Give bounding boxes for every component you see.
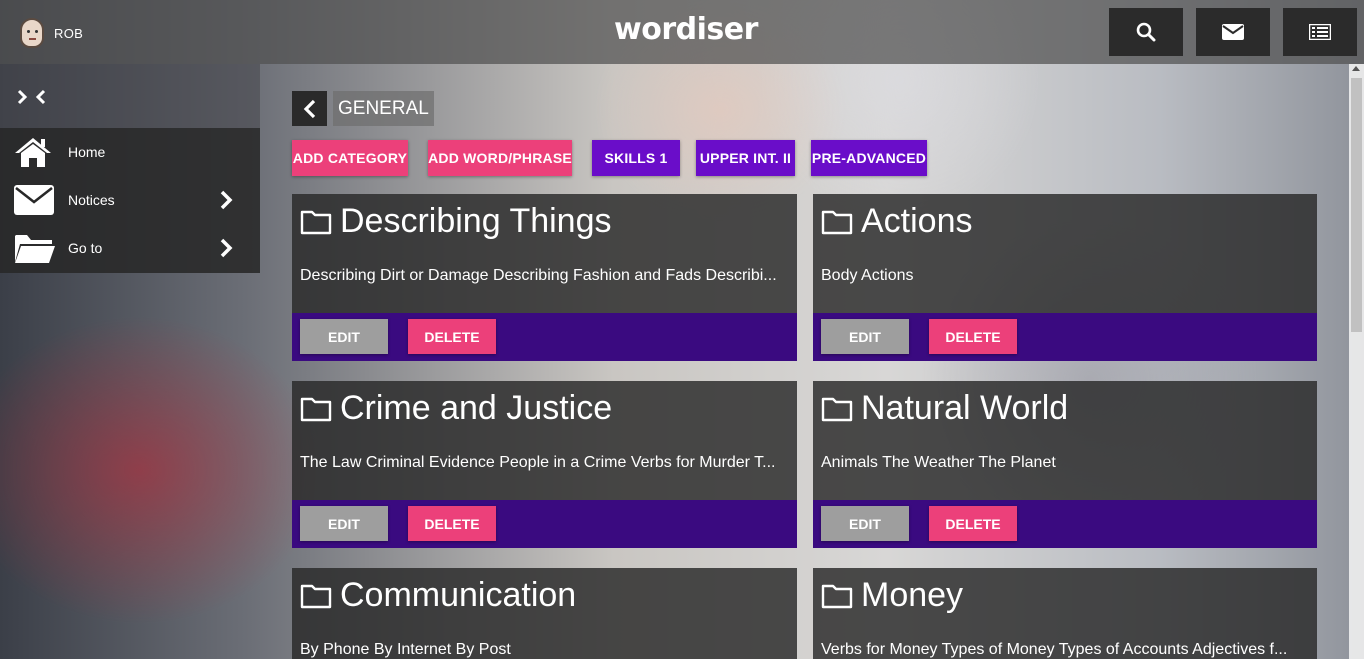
sidebar-item-home[interactable]: Home [0, 128, 260, 176]
card-title[interactable]: Money [821, 576, 963, 615]
chevron-right-icon [220, 190, 233, 210]
category-card-crime-and-justice[interactable]: Crime and Justice The Law Criminal Evide… [292, 381, 797, 548]
category-card-actions[interactable]: Actions Body Actions EDIT DELETE [813, 194, 1317, 361]
folder-icon [821, 584, 853, 609]
user-name[interactable]: ROB [54, 26, 83, 41]
avatar[interactable] [20, 18, 44, 48]
add-category-button[interactable]: ADD CATEGORY [292, 140, 408, 176]
folder-icon [300, 397, 332, 422]
card-title-text: Communication [340, 576, 577, 614]
card-subcategories[interactable]: Describing Dirt or Damage Describing Fas… [300, 267, 789, 285]
search-icon [1136, 22, 1156, 42]
category-card-natural-world[interactable]: Natural World Animals The Weather The Pl… [813, 381, 1317, 548]
delete-button[interactable]: DELETE [408, 319, 496, 354]
page-title: GENERAL [333, 91, 434, 126]
add-word-phrase-button[interactable]: ADD WORD/PHRASE [428, 140, 572, 176]
card-title-text: Money [861, 576, 964, 614]
edit-button[interactable]: EDIT [300, 506, 388, 541]
menu-list-button[interactable] [1283, 8, 1357, 56]
folder-icon [300, 210, 332, 235]
card-title-text: Describing Things [340, 202, 612, 240]
category-card-communication[interactable]: Communication By Phone By Internet By Po… [292, 568, 797, 659]
scroll-up-arrow-icon[interactable] [1352, 66, 1360, 71]
category-card-money[interactable]: Money Verbs for Money Types of Money Typ… [813, 568, 1317, 659]
card-title[interactable]: Crime and Justice [300, 389, 612, 428]
card-title-text: Actions [861, 202, 973, 240]
envelope-icon [14, 185, 54, 215]
card-title[interactable]: Actions [821, 202, 973, 241]
level-chip-pre-advanced[interactable]: PRE-ADVANCED [811, 140, 927, 176]
edit-button[interactable]: EDIT [821, 319, 909, 354]
collapse-arrows-icon [17, 89, 46, 105]
collapse-sidebar-button[interactable] [16, 86, 48, 113]
top-bar: ROB wordiser [0, 0, 1364, 64]
card-title[interactable]: Communication [300, 576, 576, 615]
card-subcategories[interactable]: Verbs for Money Types of Money Types of … [821, 641, 1309, 659]
sidebar-item-label: Go to [68, 240, 103, 256]
card-body[interactable]: Actions Body Actions [813, 194, 1317, 313]
card-subcategories[interactable]: The Law Criminal Evidence People in a Cr… [300, 454, 789, 472]
sidebar-item-goto[interactable]: Go to [0, 224, 260, 272]
delete-button[interactable]: DELETE [408, 506, 496, 541]
level-chip-upper-int[interactable]: UPPER INT. II [696, 140, 795, 176]
sidebar-item-notices[interactable]: Notices [0, 176, 260, 224]
card-subcategories[interactable]: Animals The Weather The Planet [821, 454, 1309, 472]
user-profile[interactable]: ROB [20, 18, 83, 48]
level-chip-skills-1[interactable]: SKILLS 1 [592, 140, 680, 176]
card-subcategories[interactable]: Body Actions [821, 267, 1309, 285]
folder-icon [821, 397, 853, 422]
edit-button[interactable]: EDIT [821, 506, 909, 541]
list-icon [1309, 24, 1331, 40]
scrollbar-thumb[interactable] [1351, 78, 1362, 332]
sidebar-nav: Home Notices Go to [0, 128, 260, 273]
messages-button[interactable] [1196, 8, 1270, 56]
card-title-text: Natural World [861, 389, 1069, 427]
card-body[interactable]: Crime and Justice The Law Criminal Evide… [292, 381, 797, 500]
card-body[interactable]: Money Verbs for Money Types of Money Typ… [813, 568, 1317, 659]
card-actions: EDIT DELETE [292, 500, 797, 548]
card-body[interactable]: Natural World Animals The Weather The Pl… [813, 381, 1317, 500]
envelope-icon [1222, 24, 1244, 40]
folder-icon [821, 210, 853, 235]
back-button[interactable] [292, 91, 327, 126]
chevron-right-icon [220, 238, 233, 258]
edit-button[interactable]: EDIT [300, 319, 388, 354]
folder-icon [300, 584, 332, 609]
card-body[interactable]: Communication By Phone By Internet By Po… [292, 568, 797, 659]
category-card-describing-things[interactable]: Describing Things Describing Dirt or Dam… [292, 194, 797, 361]
card-subcategories[interactable]: By Phone By Internet By Post [300, 641, 789, 659]
search-button[interactable] [1109, 8, 1183, 56]
sidebar-item-label: Home [68, 144, 106, 160]
card-title-text: Crime and Justice [340, 389, 613, 427]
card-actions: EDIT DELETE [292, 313, 797, 361]
card-actions: EDIT DELETE [813, 313, 1317, 361]
app-logo[interactable]: wordiser [614, 12, 758, 47]
chevron-left-icon [303, 99, 315, 118]
card-title[interactable]: Natural World [821, 389, 1068, 428]
card-actions: EDIT DELETE [813, 500, 1317, 548]
card-title[interactable]: Describing Things [300, 202, 612, 241]
folder-open-icon [15, 235, 55, 263]
home-icon [15, 138, 51, 167]
sidebar-item-label: Notices [68, 192, 115, 208]
delete-button[interactable]: DELETE [929, 506, 1017, 541]
delete-button[interactable]: DELETE [929, 319, 1017, 354]
card-body[interactable]: Describing Things Describing Dirt or Dam… [292, 194, 797, 313]
